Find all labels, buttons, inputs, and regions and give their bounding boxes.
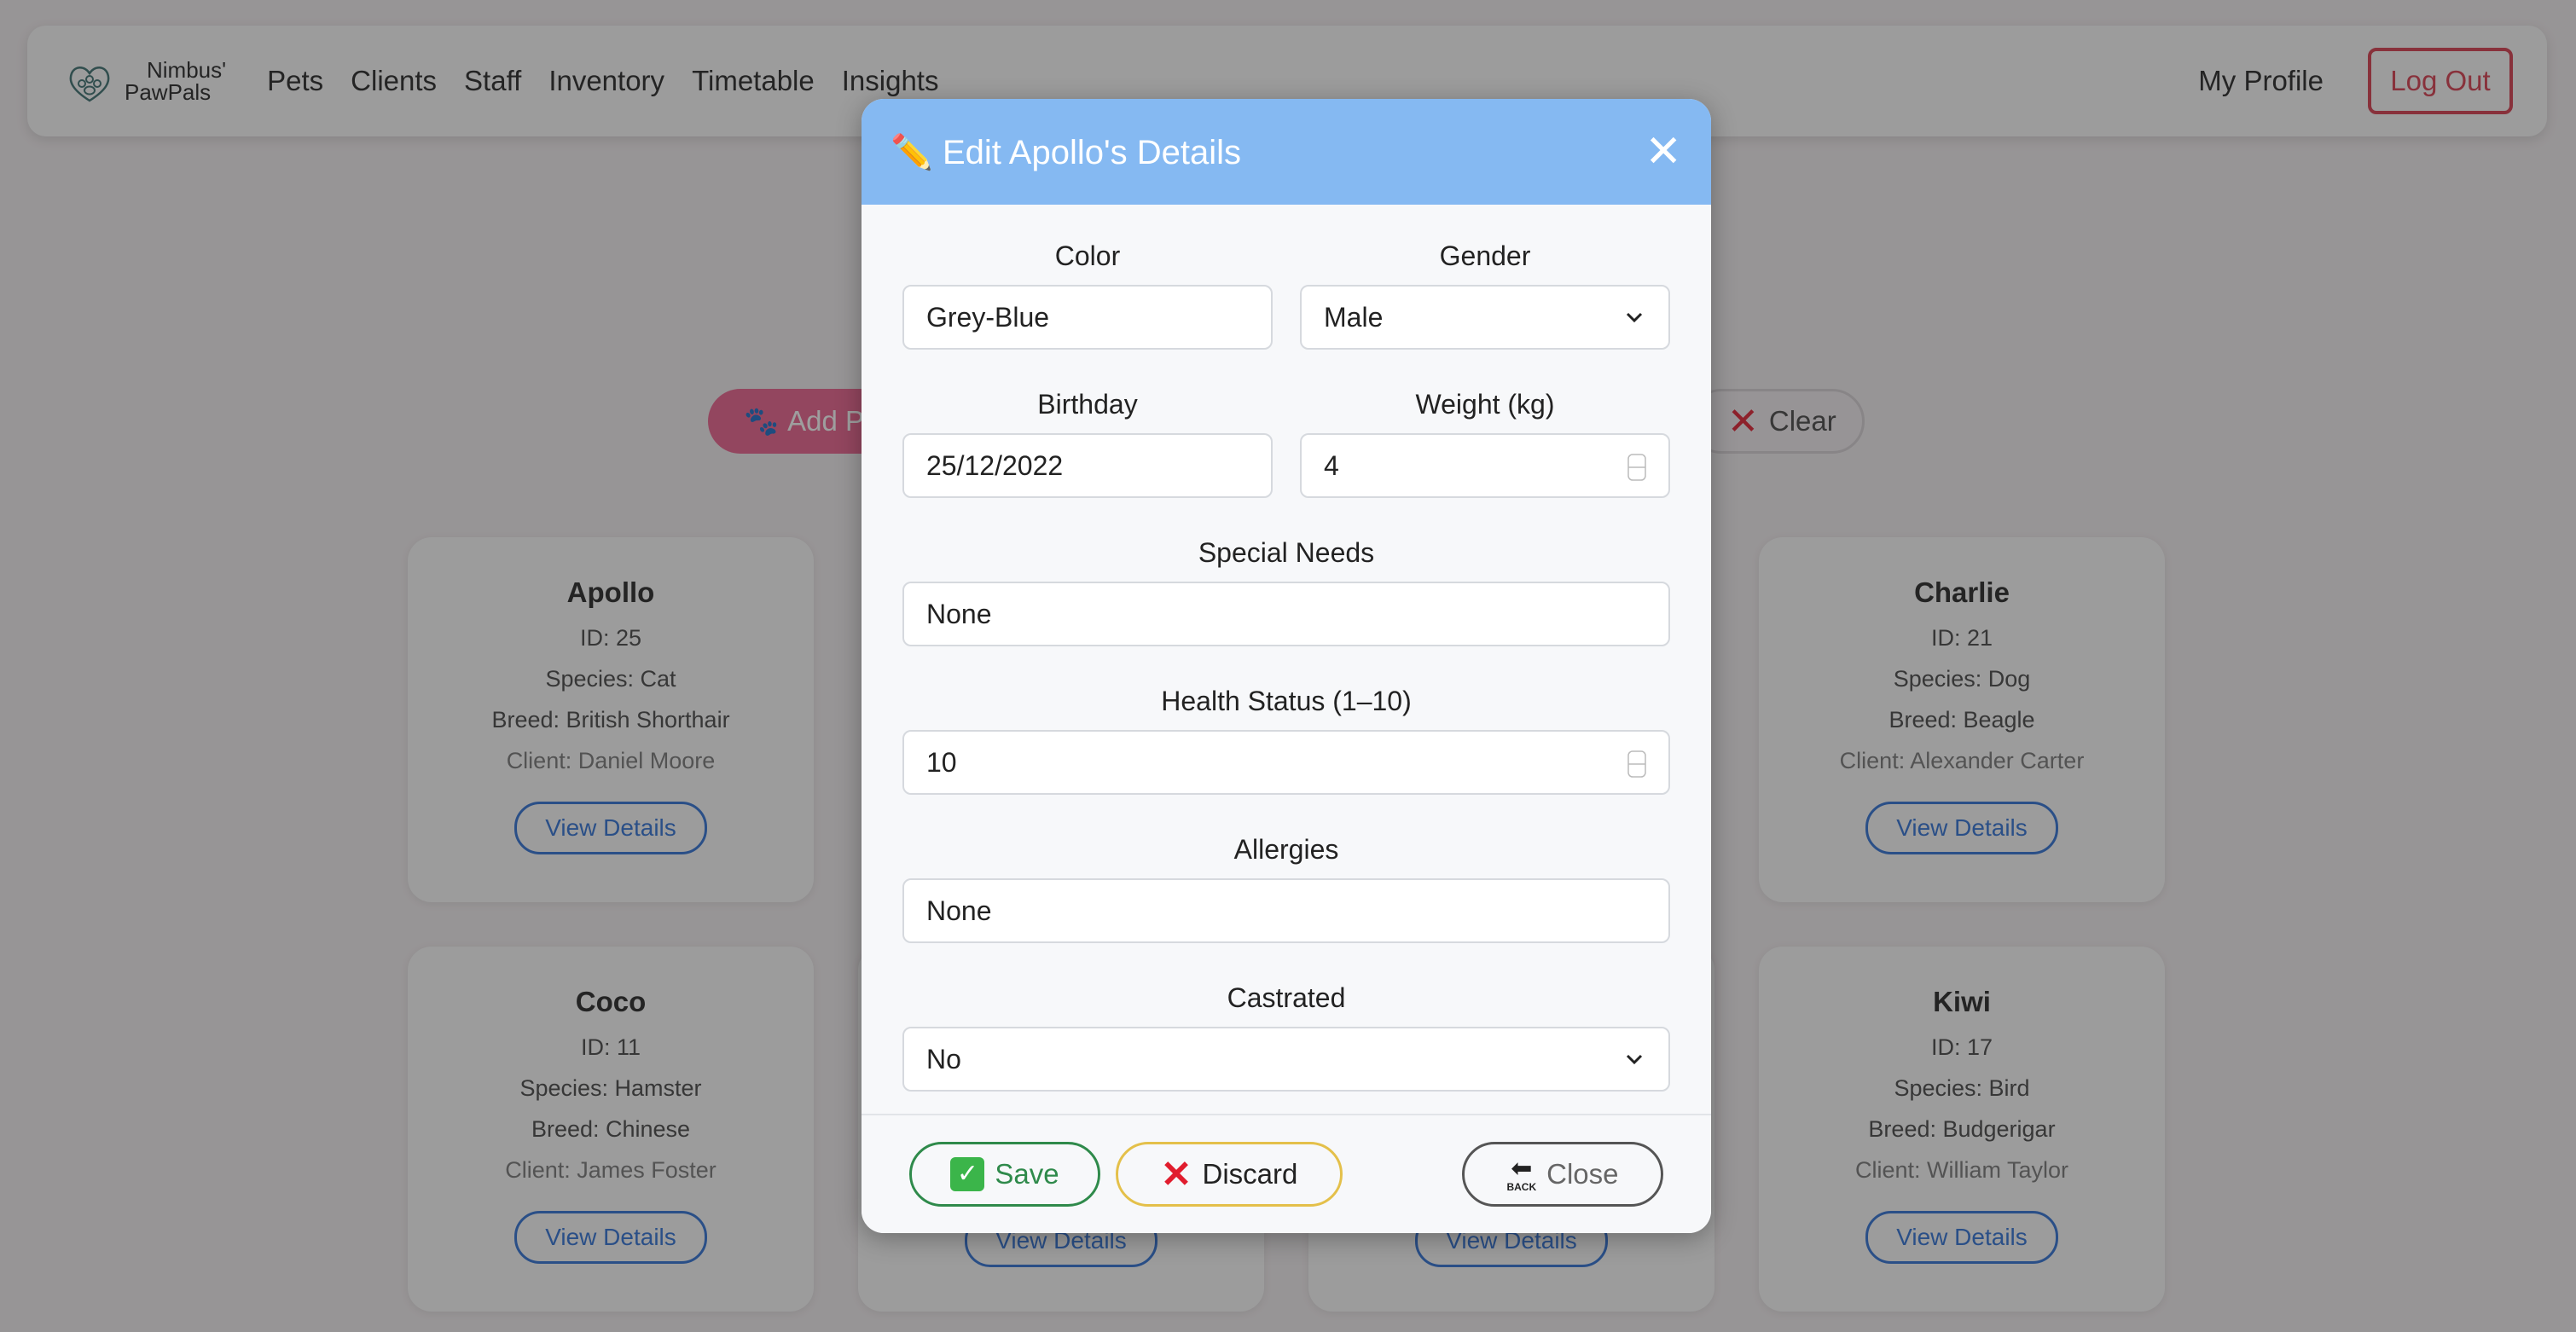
castrated-value: No <box>926 1043 961 1074</box>
allergies-field: Allergies None <box>902 829 1670 943</box>
number-spinner-icon[interactable] <box>1627 750 1646 778</box>
birthday-input[interactable]: 25/12/2022 <box>902 433 1273 498</box>
discard-button[interactable]: ✕ Discard <box>1116 1142 1343 1207</box>
castrated-select[interactable]: No <box>902 1027 1670 1092</box>
chevron-down-icon <box>1626 312 1643 323</box>
back-arrow-icon: ⬅ BACK <box>1506 1155 1537 1193</box>
close-icon[interactable]: ✕ <box>1645 130 1682 174</box>
gender-label: Gender <box>1439 240 1531 271</box>
health-status-field: Health Status (1–10) 10 <box>902 680 1670 795</box>
allergies-input[interactable]: None <box>902 878 1670 943</box>
edit-pet-modal: ✏️ Edit Apollo's Details ✕ Color Grey-Bl… <box>862 99 1711 1233</box>
color-label: Color <box>1054 240 1121 271</box>
special-needs-label: Special Needs <box>1198 537 1375 568</box>
check-mark-icon: ✓ <box>950 1157 985 1191</box>
back-icon-text: BACK <box>1506 1181 1537 1193</box>
modal-title-text: Edit Apollo's Details <box>942 133 1241 171</box>
health-status-value: 10 <box>926 746 957 778</box>
color-field: Color Grey-Blue <box>902 235 1273 350</box>
number-spinner-icon[interactable] <box>1627 454 1646 481</box>
weight-field: Weight (kg) 4 <box>1300 384 1670 498</box>
weight-label: Weight (kg) <box>1415 389 1555 420</box>
cross-mark-icon: ✕ <box>1160 1153 1192 1196</box>
castrated-field: Castrated No <box>902 977 1670 1092</box>
castrated-label: Castrated <box>1227 982 1346 1013</box>
gender-field: Gender Male <box>1300 235 1670 350</box>
pencil-icon: ✏️ <box>891 133 933 171</box>
allergies-label: Allergies <box>1233 834 1339 865</box>
modal-footer: ✓ Save ✕ Discard ⬅ BACK Close <box>862 1114 1711 1233</box>
discard-label: Discard <box>1202 1158 1298 1190</box>
modal-body: Color Grey-Blue Gender Male Birthday 25/… <box>862 205 1711 1214</box>
close-label: Close <box>1546 1158 1619 1190</box>
health-status-input[interactable]: 10 <box>902 730 1670 795</box>
special-needs-field: Special Needs None <box>902 532 1670 646</box>
close-button[interactable]: ⬅ BACK Close <box>1462 1142 1663 1207</box>
modal-header: ✏️ Edit Apollo's Details ✕ <box>862 99 1711 205</box>
color-input[interactable]: Grey-Blue <box>902 285 1273 350</box>
save-button[interactable]: ✓ Save <box>909 1142 1100 1207</box>
weight-input[interactable]: 4 <box>1300 433 1670 498</box>
health-status-label: Health Status (1–10) <box>1161 686 1412 716</box>
save-label: Save <box>995 1158 1059 1190</box>
special-needs-input[interactable]: None <box>902 582 1670 646</box>
gender-value: Male <box>1324 301 1384 333</box>
gender-select[interactable]: Male <box>1300 285 1670 350</box>
birthday-field: Birthday 25/12/2022 <box>902 384 1273 498</box>
chevron-down-icon <box>1626 1054 1643 1065</box>
birthday-label: Birthday <box>1037 389 1138 420</box>
weight-value: 4 <box>1324 449 1339 481</box>
modal-title: ✏️ Edit Apollo's Details <box>891 132 1241 172</box>
